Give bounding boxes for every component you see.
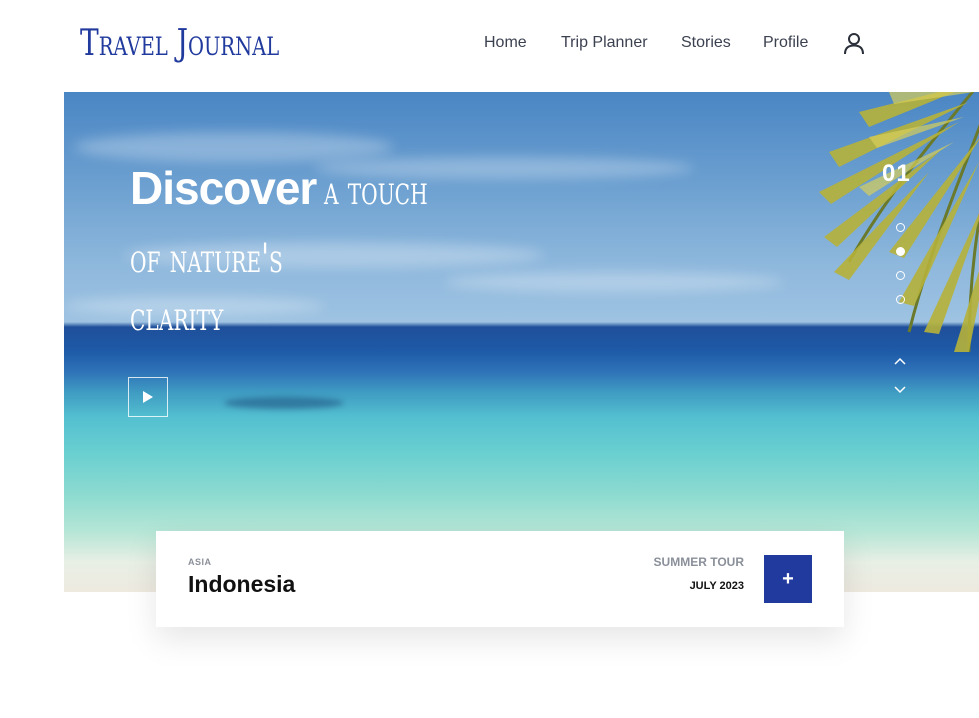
tour-label: SUMMER TOUR bbox=[653, 555, 744, 569]
add-button[interactable]: + bbox=[764, 555, 812, 603]
headline-strong: Discover bbox=[130, 162, 317, 214]
logo[interactable]: Travel Journal bbox=[80, 18, 279, 70]
slide-dot-4[interactable] bbox=[896, 295, 905, 304]
slide-dot-1[interactable] bbox=[896, 223, 905, 232]
chevron-down-icon[interactable] bbox=[894, 381, 906, 394]
nav-profile[interactable]: Profile bbox=[763, 30, 808, 56]
headline-line3: clarity bbox=[130, 294, 224, 340]
play-icon bbox=[143, 391, 153, 403]
slide-dot-3[interactable] bbox=[896, 271, 905, 280]
chevron-up-icon[interactable] bbox=[894, 354, 906, 365]
nav-stories[interactable]: Stories bbox=[681, 30, 731, 56]
headline-line1-rest: a touch bbox=[324, 168, 429, 214]
region-label: ASIA bbox=[188, 557, 212, 567]
slide-dot-2[interactable] bbox=[896, 247, 905, 256]
user-icon[interactable] bbox=[843, 32, 865, 56]
nav-home[interactable]: Home bbox=[484, 30, 527, 56]
slide-number: 01 bbox=[882, 160, 911, 187]
play-button[interactable] bbox=[128, 377, 168, 417]
hero-headline: Discover a touch of nature's clarity bbox=[130, 158, 468, 346]
tour-date: JULY 2023 bbox=[689, 580, 744, 592]
headline-line2: of nature's bbox=[130, 236, 283, 282]
hero-banner: Discover a touch of nature's clarity 01 bbox=[64, 92, 979, 592]
palm-leaves-image bbox=[819, 92, 979, 353]
country-title: Indonesia bbox=[188, 571, 296, 597]
destination-card: ASIA Indonesia SUMMER TOUR JULY 2023 + bbox=[156, 531, 844, 627]
nav-trip-planner[interactable]: Trip Planner bbox=[561, 30, 648, 56]
